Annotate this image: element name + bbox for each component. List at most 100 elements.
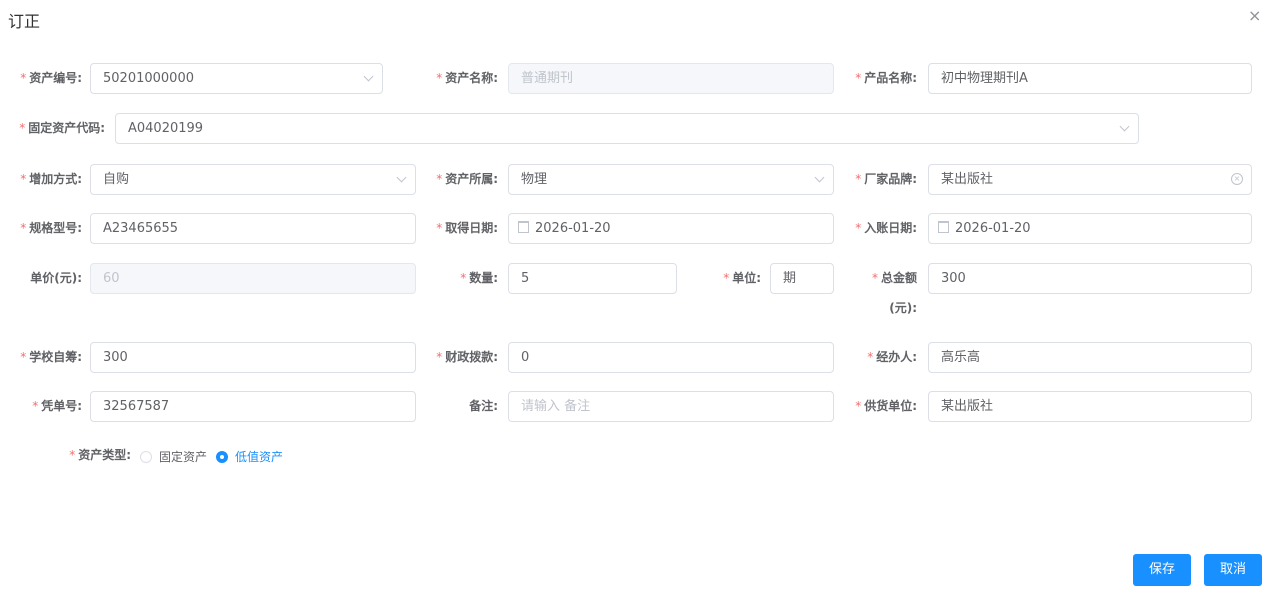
label-text: 供货单位: xyxy=(864,399,917,413)
input-13[interactable]: 期 xyxy=(770,263,834,294)
field-label: * 资产所属: xyxy=(436,164,498,195)
input-11: 60 xyxy=(90,263,416,294)
select-1[interactable]: 50201000000 xyxy=(90,63,383,94)
radio-low-value-asset[interactable]: 低值资产 xyxy=(216,448,283,465)
radio-label: 低值资产 xyxy=(235,450,284,464)
input-20[interactable]: 某出版社 xyxy=(928,391,1252,422)
input-value: A04020199 xyxy=(128,121,204,136)
select-5[interactable]: 自购 xyxy=(90,164,416,195)
label-text: 固定资产代码: xyxy=(28,121,105,135)
input-17[interactable]: 高乐高 xyxy=(928,342,1252,373)
input-value: A23465655 xyxy=(103,221,179,236)
save-button[interactable]: 保存 xyxy=(1133,554,1191,586)
field-label: * 单位: xyxy=(723,263,761,294)
asset-type-label: * 资产类型: xyxy=(69,448,131,462)
required-mark: * xyxy=(723,271,730,285)
field-label: * 增加方式: xyxy=(20,164,82,195)
required-mark: * xyxy=(20,172,27,186)
clear-icon[interactable]: × xyxy=(1231,173,1243,185)
label-text: 总金额 xyxy=(880,271,917,285)
label-text: 资产名称: xyxy=(445,71,498,85)
input-14[interactable]: 300 xyxy=(928,263,1252,294)
input-value: 300 xyxy=(103,350,128,365)
required-mark: * xyxy=(20,350,27,364)
radio-fixed-asset[interactable]: 固定资产 xyxy=(140,448,207,465)
field-label: * 数量: xyxy=(460,263,498,294)
field-label: 单价(元): xyxy=(30,263,82,294)
required-mark: * xyxy=(20,71,27,85)
date-picker-10[interactable]: 2026-01-20 xyxy=(928,213,1252,244)
select-4[interactable]: A04020199 xyxy=(115,113,1139,144)
label-text: 资产所属: xyxy=(445,172,498,186)
field-label: * 取得日期: xyxy=(436,213,498,244)
field-label: * 固定资产代码: xyxy=(19,113,105,144)
input-value: 自购 xyxy=(103,172,130,187)
chevron-down-icon[interactable] xyxy=(396,172,407,183)
label-text: 经办人: xyxy=(876,350,917,364)
input-value: 2026-01-20 xyxy=(955,221,1031,236)
required-mark: * xyxy=(855,221,862,235)
label-text: (元): xyxy=(889,301,917,315)
chevron-down-icon[interactable] xyxy=(1119,121,1130,132)
chevron-down-icon[interactable] xyxy=(814,172,825,183)
input-2: 普通期刊 xyxy=(508,63,834,94)
label-text: 单价(元): xyxy=(30,271,82,285)
input-value: 物理 xyxy=(521,172,548,187)
input-16[interactable]: 0 xyxy=(508,342,834,373)
input-value: 某出版社 xyxy=(941,172,994,187)
label-text: 取得日期: xyxy=(445,221,498,235)
label-text: 单位: xyxy=(732,271,761,285)
close-icon[interactable]: × xyxy=(1248,6,1261,25)
input-18[interactable]: 32567587 xyxy=(90,391,416,422)
required-mark: * xyxy=(20,221,27,235)
input-7[interactable]: 某出版社 × xyxy=(928,164,1252,195)
input-value: 0 xyxy=(521,350,530,365)
input-8[interactable]: A23465655 xyxy=(90,213,416,244)
field-label: * 入账日期: xyxy=(855,213,917,244)
input-12[interactable]: 5 xyxy=(508,263,677,294)
field-label: * 厂家品牌: xyxy=(855,164,917,195)
date-picker-9[interactable]: 2026-01-20 xyxy=(508,213,834,244)
label-text: 凭单号: xyxy=(41,399,82,413)
input-value: 高乐高 xyxy=(941,350,981,365)
field-label: * 资产编号: xyxy=(20,63,82,94)
radio-circle xyxy=(140,450,152,463)
input-value: 60 xyxy=(103,271,120,286)
field-label: 备注: xyxy=(469,391,498,422)
required-mark: * xyxy=(855,399,862,413)
label-text: 资产编号: xyxy=(29,71,82,85)
required-mark: * xyxy=(436,350,443,364)
required-mark: * xyxy=(32,399,39,413)
input-value: 50201000000 xyxy=(103,71,194,86)
field-label: * 经办人: xyxy=(867,342,917,373)
input-value: 期 xyxy=(783,271,797,286)
radio-circle-checked xyxy=(216,450,228,463)
required-mark: * xyxy=(855,172,862,186)
label-text: 产品名称: xyxy=(864,71,917,85)
field-label: * 总金额 (元): xyxy=(872,263,917,323)
label-text: 财政拨款: xyxy=(445,350,498,364)
label-text: 数量: xyxy=(469,271,498,285)
input-value: 普通期刊 xyxy=(521,71,574,86)
field-label: * 学校自筹: xyxy=(20,342,82,373)
input-19[interactable]: 请输入 备注 xyxy=(508,391,834,422)
field-label: * 资产名称: xyxy=(436,63,498,94)
cancel-button[interactable]: 取消 xyxy=(1204,554,1262,586)
label-text: 入账日期: xyxy=(864,221,917,235)
input-15[interactable]: 300 xyxy=(90,342,416,373)
input-value: 初中物理期刊A xyxy=(941,71,1028,86)
select-6[interactable]: 物理 xyxy=(508,164,834,195)
input-value: 某出版社 xyxy=(941,399,994,414)
calendar-icon xyxy=(938,221,949,233)
input-3[interactable]: 初中物理期刊A xyxy=(928,63,1252,94)
field-label: * 财政拨款: xyxy=(436,342,498,373)
field-label: * 产品名称: xyxy=(855,63,917,94)
required-mark: * xyxy=(867,350,874,364)
required-mark: * xyxy=(436,71,443,85)
input-placeholder: 请输入 备注 xyxy=(521,399,591,414)
field-label: * 凭单号: xyxy=(32,391,82,422)
label-text: 规格型号: xyxy=(29,221,82,235)
radio-label: 固定资产 xyxy=(159,450,208,464)
chevron-down-icon[interactable] xyxy=(363,71,374,82)
input-value: 32567587 xyxy=(103,399,170,414)
